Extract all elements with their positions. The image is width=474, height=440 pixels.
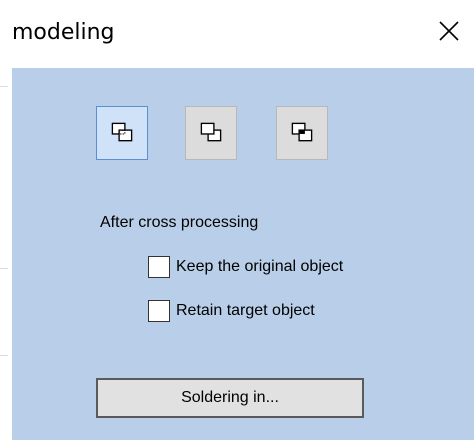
retain-target-label: Retain target object	[176, 302, 315, 319]
overlap-front-icon	[200, 122, 222, 142]
cross-subtract-mode-button[interactable]	[185, 106, 237, 160]
title-bar: modeling	[12, 0, 474, 68]
dialog-title: modeling	[12, 20, 115, 45]
retain-target-checkbox[interactable]: Retain target object	[148, 300, 315, 322]
section-label: After cross processing	[100, 214, 259, 231]
checkbox-box[interactable]	[148, 256, 170, 278]
left-window-edge	[0, 0, 12, 440]
edge-tick	[0, 355, 8, 356]
close-button[interactable]	[432, 14, 466, 48]
edge-tick	[0, 268, 8, 269]
keep-original-label: Keep the original object	[176, 258, 344, 275]
keep-original-checkbox[interactable]: Keep the original object	[148, 256, 343, 278]
soldering-button[interactable]: Soldering in...	[96, 378, 364, 418]
cross-union-mode-button[interactable]	[96, 106, 148, 160]
cross-intersect-mode-button[interactable]	[276, 106, 328, 160]
overlap-dotted-icon	[111, 122, 133, 142]
overlap-filled-icon	[291, 122, 313, 142]
modeling-dialog: modeling After cross processing Keep the…	[0, 0, 474, 440]
close-icon	[439, 21, 459, 41]
dialog-body: After cross processing Keep the original…	[12, 68, 474, 440]
edge-tick	[0, 86, 8, 87]
checkbox-box[interactable]	[148, 300, 170, 322]
